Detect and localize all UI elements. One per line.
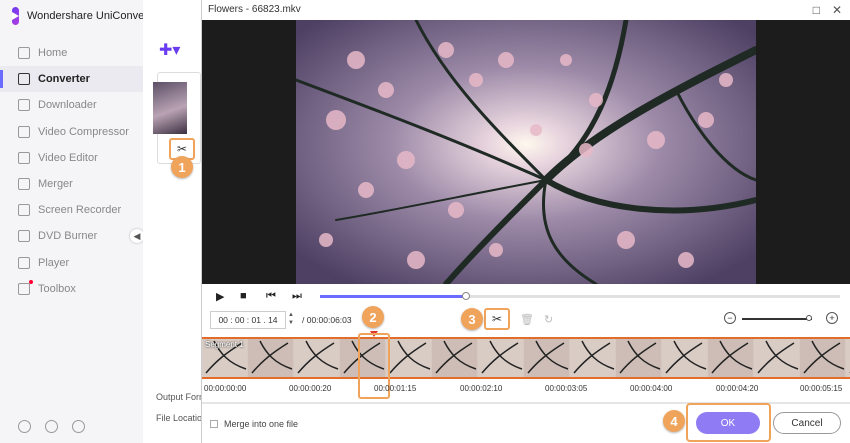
- timeline-segment[interactable]: Segment 1: [202, 337, 850, 379]
- converter-panel: ✚▾ ✂ Output Form File Location: [143, 0, 207, 443]
- ruler-tick: 00:00:00:00: [204, 384, 247, 393]
- step-badge-3: 3: [461, 308, 483, 330]
- sidebar-item-label: Toolbox: [38, 282, 76, 295]
- ruler-tick: 00:00:01:15: [374, 384, 417, 393]
- sidebar-item-label: Downloader: [38, 99, 97, 112]
- video-frame: [296, 20, 756, 284]
- step-badge-4: 4: [663, 410, 685, 432]
- cancel-button[interactable]: Cancel: [773, 412, 841, 434]
- ruler-tick: 00:00:04:00: [630, 384, 673, 393]
- step-badge-1: 1: [171, 156, 193, 178]
- playback-controls: ▶ ■ ⏮ ⏭: [202, 286, 850, 308]
- player-icon: [18, 256, 30, 269]
- feedback-icon[interactable]: [72, 420, 85, 433]
- progress-handle[interactable]: [461, 292, 470, 300]
- zoom-out-icon[interactable]: −: [724, 312, 736, 324]
- sidebar-footer: [18, 420, 85, 433]
- ruler-tick: 00:00:00:20: [289, 384, 332, 393]
- merge-icon: [18, 178, 30, 191]
- disc-icon: [18, 230, 30, 243]
- delete-icon[interactable]: 🗑: [520, 313, 534, 326]
- sidebar-item-toolbox[interactable]: Toolbox: [0, 276, 143, 302]
- notification-icon[interactable]: [45, 420, 58, 433]
- video-frame-image: [296, 20, 756, 284]
- sidebar-item-video-compressor[interactable]: Video Compressor: [0, 119, 143, 145]
- stop-icon[interactable]: ■: [240, 290, 247, 302]
- sidebar-item-home[interactable]: Home: [0, 40, 143, 66]
- scissors-icon: ✂: [491, 312, 503, 326]
- output-format-label: Output Form: [156, 392, 207, 402]
- step-badge-2: 2: [362, 306, 384, 328]
- add-file-icon[interactable]: ✚▾: [159, 40, 180, 60]
- merge-label: Merge into one file: [224, 419, 299, 429]
- merge-option[interactable]: Merge into one file: [210, 419, 298, 429]
- converter-icon: [18, 73, 30, 86]
- ok-button[interactable]: OK: [696, 412, 760, 434]
- cut-button[interactable]: ✂: [484, 308, 510, 330]
- file-thumbnail: [153, 82, 187, 134]
- dialog-title: Flowers - 66823.mkv: [208, 4, 301, 15]
- sidebar-item-label: Converter: [38, 73, 90, 86]
- ruler-tick: 00:00:05:15: [800, 384, 843, 393]
- zoom-slider[interactable]: [742, 318, 812, 320]
- zoom-in-icon[interactable]: +: [826, 312, 838, 324]
- playback-progress[interactable]: [320, 292, 840, 300]
- scissors-icon: ✂: [176, 142, 188, 156]
- sidebar-item-label: DVD Burner: [38, 230, 98, 243]
- sidebar-item-converter[interactable]: Converter: [0, 66, 143, 93]
- sidebar-item-label: Merger: [38, 178, 73, 191]
- help-icon[interactable]: [18, 420, 31, 433]
- sidebar-item-player[interactable]: Player: [0, 250, 143, 276]
- home-icon: [18, 47, 30, 60]
- collapse-sidebar-icon[interactable]: ◀: [130, 229, 144, 243]
- sidebar-item-downloader[interactable]: Downloader: [0, 92, 143, 118]
- sidebar-item-merger[interactable]: Merger: [0, 171, 143, 197]
- downloader-icon: [18, 99, 30, 112]
- segment-label: Segment 1: [205, 340, 244, 349]
- sidebar-nav: Home Converter Downloader Video Compress…: [0, 40, 143, 302]
- sidebar-item-dvd-burner[interactable]: DVD Burner: [0, 223, 143, 249]
- ruler-tick: 00:00:02:10: [460, 384, 503, 393]
- dialog-window-controls: □ ✕: [813, 3, 842, 17]
- sidebar-item-screen-recorder[interactable]: Screen Recorder: [0, 197, 143, 223]
- progress-fill: [320, 295, 466, 298]
- app-window: Wondershare UniConverter Home Converter …: [0, 0, 850, 443]
- close-icon[interactable]: ✕: [832, 3, 842, 17]
- sidebar-item-label: Home: [38, 47, 68, 60]
- record-icon: [18, 204, 30, 217]
- merge-checkbox[interactable]: [210, 420, 218, 428]
- maximize-icon[interactable]: □: [813, 3, 820, 17]
- sidebar-item-label: Video Compressor: [38, 125, 129, 138]
- timeline-ruler: 00:00:00:00 00:00:00:20 00:00:01:15 00:0…: [202, 384, 850, 398]
- toolbox-icon: [18, 279, 33, 295]
- app-title: Wondershare UniConverter: [27, 10, 161, 22]
- time-stepper[interactable]: ▲ ▼: [288, 311, 294, 327]
- ruler-tick: 00:00:04:20: [716, 384, 759, 393]
- zoom-handle[interactable]: [806, 315, 812, 321]
- next-frame-icon[interactable]: ⏭: [292, 290, 302, 303]
- sidebar-item-label: Screen Recorder: [38, 204, 122, 217]
- sidebar: Wondershare UniConverter Home Converter …: [0, 0, 161, 443]
- previous-frame-icon[interactable]: ⏮: [266, 290, 276, 303]
- sidebar-item-video-editor[interactable]: Video Editor: [0, 145, 143, 171]
- refresh-icon[interactable]: ↻: [544, 313, 553, 326]
- app-header: Wondershare UniConverter: [0, 0, 161, 32]
- scissors-icon: [18, 151, 30, 164]
- trim-dialog: Flowers - 66823.mkv □ ✕ ▶ ■ ⏮ ⏭ 00: 00 …: [201, 0, 850, 443]
- ruler-tick: 00:00:03:05: [545, 384, 588, 393]
- timeline-frame: [846, 339, 850, 377]
- sidebar-item-label: Player: [38, 256, 70, 269]
- compress-icon: [18, 125, 30, 138]
- current-time-input[interactable]: 00 : 00 : 01 . 14: [210, 311, 286, 329]
- play-icon[interactable]: ▶: [216, 290, 224, 303]
- timeline-thumbnails: [202, 339, 850, 377]
- duration-label: / 00:00:06:03: [302, 315, 352, 325]
- file-location-label: File Location: [156, 413, 208, 423]
- app-logo-icon: [12, 7, 19, 25]
- video-preview[interactable]: [202, 20, 850, 284]
- sidebar-item-label: Video Editor: [38, 151, 98, 164]
